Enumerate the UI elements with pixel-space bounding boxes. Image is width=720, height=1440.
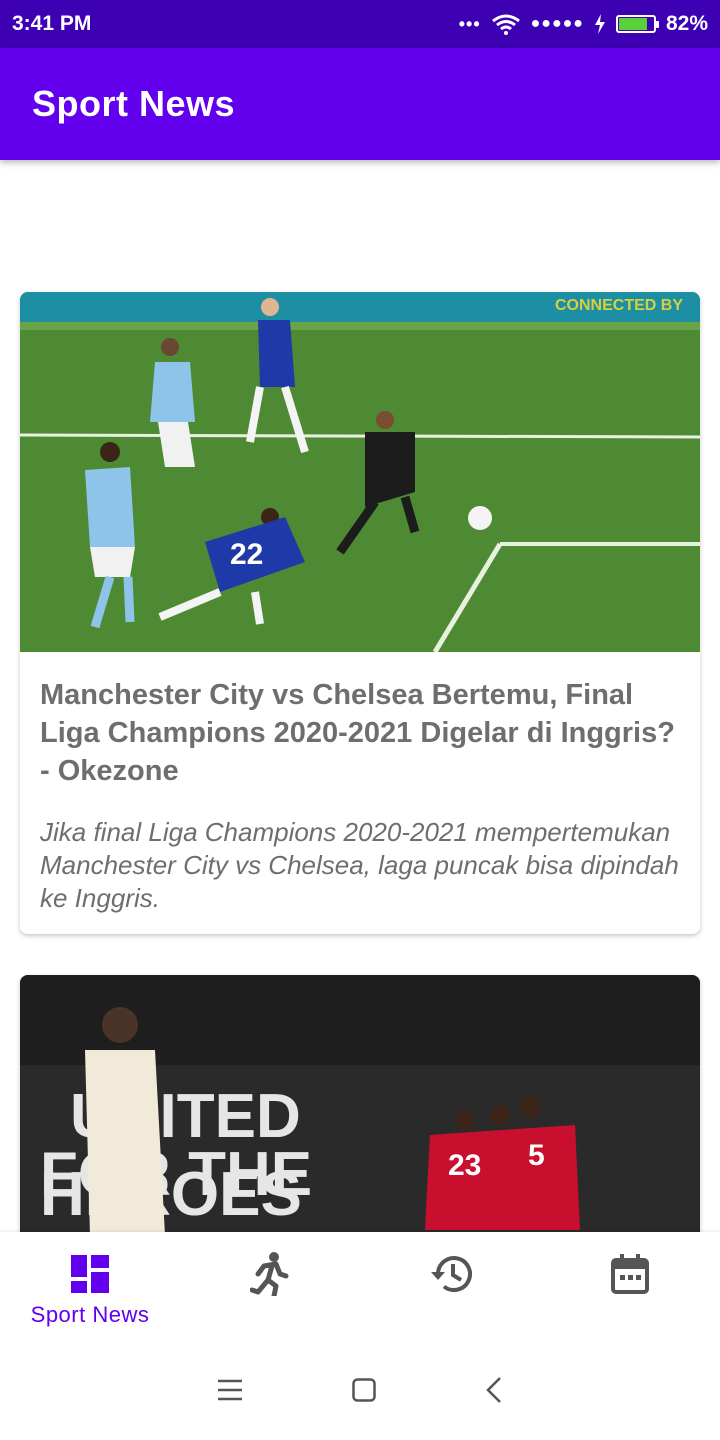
wifi-icon (491, 14, 520, 35)
dashboard-icon (68, 1252, 112, 1296)
home-icon[interactable] (352, 1377, 376, 1407)
battery-icon (615, 15, 659, 33)
nav-item-sport-news[interactable]: Sport News (0, 1232, 180, 1344)
nav-item-history[interactable] (360, 1232, 540, 1344)
system-navigation (0, 1344, 720, 1440)
news-description: Jika final Liga Champions 2020-2021 memp… (40, 817, 679, 913)
svg-text:22: 22 (230, 538, 263, 571)
banner-text-line-3: HEROES (40, 1160, 302, 1229)
news-image: UNITED FOR THE HEROES 23 5 (20, 975, 700, 1232)
nav-item-running[interactable] (180, 1232, 360, 1344)
bottom-navigation: Sport News (0, 1232, 720, 1344)
running-icon (248, 1252, 292, 1296)
status-icons: ••• ●●●●● 82% (459, 12, 708, 36)
menu-icon[interactable] (218, 1379, 242, 1406)
svg-text:5: 5 (528, 1139, 545, 1172)
signal-dots-icon: ●●●●● (530, 15, 584, 32)
calendar-icon (608, 1252, 652, 1296)
app-bar: Sport News (0, 48, 720, 160)
news-title: Manchester City vs Chelsea Bertemu, Fina… (40, 679, 675, 787)
more-dots-icon: ••• (458, 13, 481, 34)
status-bar: 3:41 PM ••• ●●●●● 82% (0, 0, 720, 48)
svg-text:23: 23 (448, 1149, 481, 1182)
news-card[interactable]: CONNECTED BY 22 Manchester City vs Chels… (20, 292, 700, 934)
news-card-body: Manchester City vs Chelsea Bertemu, Fina… (20, 652, 700, 915)
united-celebration-photo: UNITED FOR THE HEROES 23 5 (20, 975, 700, 1232)
nav-label-sport-news: Sport News (30, 1302, 150, 1327)
football-match-photo: CONNECTED BY 22 (20, 292, 700, 652)
back-icon[interactable] (486, 1376, 502, 1408)
history-icon (428, 1252, 472, 1296)
nav-item-calendar[interactable] (540, 1232, 720, 1344)
status-time: 3:41 PM (12, 12, 92, 35)
charging-icon (594, 14, 605, 34)
app-title: Sport News (32, 83, 236, 124)
news-image: CONNECTED BY 22 (20, 292, 700, 652)
news-card[interactable]: UNITED FOR THE HEROES 23 5 (20, 975, 700, 1232)
battery-percent: 82% (665, 12, 708, 35)
news-list[interactable]: CONNECTED BY 22 Manchester City vs Chels… (0, 160, 720, 1232)
ad-board-text: CONNECTED BY (555, 297, 683, 314)
